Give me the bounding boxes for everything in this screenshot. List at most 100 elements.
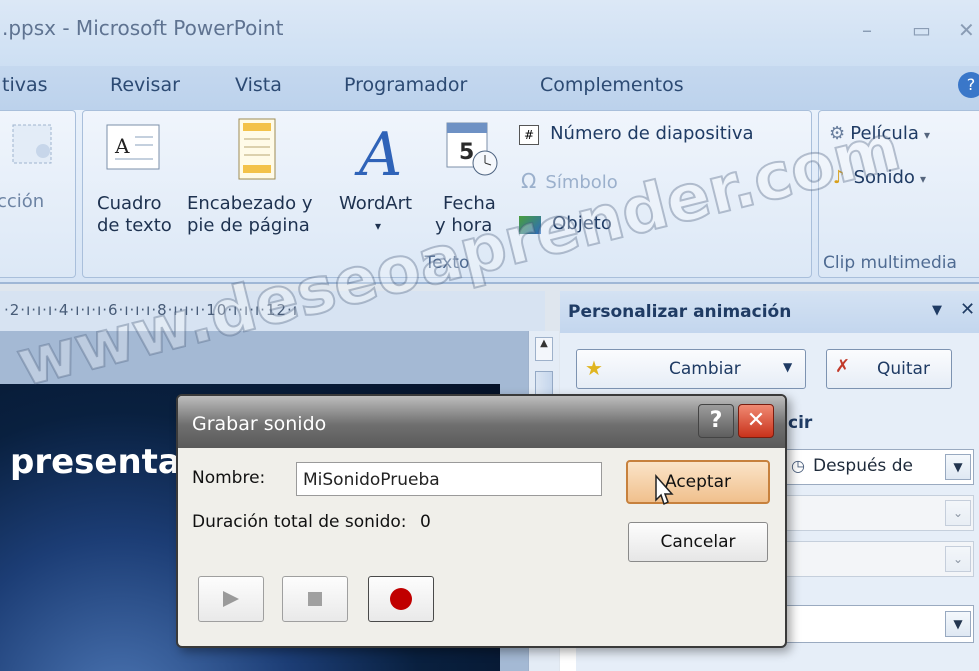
object-button[interactable]: Objeto	[519, 213, 612, 239]
property-dropdown-icon: ⌄	[945, 500, 971, 526]
partial-group-label: cción	[0, 191, 45, 212]
movie-dropdown-icon: ▾	[923, 128, 930, 142]
ribbon-group-texto: A Cuadro de texto Encabezado y pie de pá…	[82, 110, 812, 278]
slide-number-label: Número de diapositiva	[550, 123, 754, 144]
wordart-button[interactable]: A WordArt ▾	[339, 117, 429, 247]
remove-button[interactable]: ✗ Quitar	[826, 349, 952, 389]
pane-menu-icon[interactable]: ▼	[932, 303, 942, 318]
record-icon	[390, 588, 412, 610]
pane-title: Personalizar animación	[568, 302, 792, 322]
change-dropdown-icon: ▼	[783, 360, 793, 374]
name-input[interactable]: MiSonidoPrueba	[296, 462, 602, 496]
svg-text:A: A	[354, 120, 402, 187]
ribbon-group-multimedia: ⚙ Película ▾ ♪ Sonido ▾ Clip multimedia	[818, 110, 979, 278]
movie-label: Película	[850, 123, 919, 144]
tab-revisar[interactable]: Revisar	[110, 74, 180, 96]
sound-label: Sonido	[853, 167, 915, 188]
wordart-dropdown-icon[interactable]: ▾	[375, 219, 381, 233]
mouse-cursor-icon	[655, 474, 674, 506]
tab-complementos[interactable]: Complementos	[540, 74, 684, 96]
sound-dropdown-icon: ▾	[919, 172, 927, 186]
maximize-icon[interactable]: ▭	[912, 18, 931, 42]
stop-button[interactable]	[282, 576, 348, 622]
cancel-button[interactable]: Cancelar	[628, 522, 768, 562]
partial-tool-icon	[12, 124, 52, 164]
svg-text:A: A	[114, 134, 130, 158]
start-after-select[interactable]: ◷ Después de ▼	[786, 449, 974, 485]
animation-list-dropdown-icon[interactable]: ▼	[945, 611, 971, 637]
text-box-label-2: de texto	[97, 215, 172, 236]
ribbon-tabs: tivas Revisar Vista Programador Compleme…	[0, 66, 979, 110]
dialog-title: Grabar sonido	[192, 413, 327, 435]
horizontal-ruler: ·2·ı·ı·ı·4·ı·ı·ı·6·ı·ı·ı·8·ı·ı·ı·10·ı·ı·…	[0, 291, 545, 331]
wordart-icon: A	[354, 120, 402, 187]
object-label: Objeto	[552, 213, 612, 234]
remove-label: Quitar	[877, 359, 930, 379]
property-select-disabled: ⌄	[786, 495, 974, 531]
window-title: .ppsx - Microsoft PowerPoint	[2, 16, 284, 40]
ribbon-group-partial: cción	[0, 110, 76, 278]
tab-animaciones[interactable]: tivas	[2, 74, 48, 96]
scroll-up-icon[interactable]: ▲	[535, 337, 553, 361]
name-label: Nombre:	[192, 468, 266, 488]
symbol-label: Símbolo	[545, 172, 618, 193]
object-icon	[519, 215, 541, 234]
clock-icon: ◷	[791, 456, 805, 475]
movie-icon: ⚙	[829, 123, 846, 144]
duration-label: Duración total de sonido: 0	[192, 512, 431, 532]
duration-value: 0	[419, 512, 431, 532]
header-footer-icon	[238, 118, 276, 180]
text-box-button[interactable]: A Cuadro de texto	[97, 117, 177, 247]
pane-close-icon[interactable]: ✕	[960, 299, 975, 320]
multimedia-group-label: Clip multimedia	[823, 253, 957, 273]
change-button[interactable]: ★ Cambiar ▼	[576, 349, 806, 389]
sound-button[interactable]: ♪ Sonido ▾	[833, 167, 926, 188]
speed-dropdown-icon: ⌄	[945, 546, 971, 572]
dialog-title-bar: Grabar sonido ? ✕	[178, 396, 785, 448]
play-icon	[223, 591, 239, 607]
text-box-label-1: Cuadro	[97, 193, 162, 214]
ruler-ticks: ·2·ı·ı·ı·4·ı·ı·ı·6·ı·ı·ı·8·ı·ı·ı·10·ı·ı·…	[4, 301, 298, 319]
record-button[interactable]	[368, 576, 434, 622]
slide-number-icon: #	[519, 124, 539, 145]
header-footer-label-1: Encabezado y	[187, 193, 313, 214]
date-time-button[interactable]: 5 Fecha y hora	[433, 117, 509, 247]
start-after-dropdown-icon[interactable]: ▼	[945, 454, 971, 480]
play-button[interactable]	[198, 576, 264, 622]
start-after-value: Después de	[813, 456, 913, 476]
symbol-button[interactable]: Ω Símbolo	[521, 169, 618, 195]
date-time-label-1: Fecha	[443, 193, 496, 214]
sound-icon: ♪	[833, 167, 845, 188]
texto-group-label: Texto	[424, 253, 470, 273]
dialog-close-icon[interactable]: ✕	[738, 404, 774, 438]
wordart-label: WordArt	[339, 193, 413, 214]
movie-button[interactable]: ⚙ Película ▾	[829, 123, 930, 144]
pane-header: Personalizar animación ▼ ✕	[560, 291, 979, 333]
svg-text:5: 5	[459, 140, 474, 165]
header-footer-label-2: pie de página	[187, 215, 310, 236]
pane-section-label: cir	[788, 413, 813, 433]
duration-label-text: Duración total de sonido:	[192, 512, 407, 532]
close-icon[interactable]: ✕	[958, 18, 975, 42]
ribbon: cción A Cuadro de texto Encabezado y pie…	[0, 110, 979, 284]
animation-list-select[interactable]: ▼	[786, 605, 974, 643]
star-icon: ★	[585, 356, 603, 380]
dialog-help-icon[interactable]: ?	[698, 404, 734, 438]
text-box-icon: A	[106, 124, 160, 170]
tab-programador[interactable]: Programador	[344, 74, 467, 96]
minimize-icon[interactable]: –	[862, 18, 872, 42]
date-time-label-2: y hora	[435, 215, 493, 236]
remove-icon: ✗	[835, 356, 851, 377]
stop-icon	[308, 592, 322, 606]
record-sound-dialog: Grabar sonido ? ✕ Nombre: MiSonidoPrueba…	[176, 394, 787, 648]
calendar-clock-icon: 5	[446, 122, 498, 176]
title-bar: .ppsx - Microsoft PowerPoint – ▭ ✕	[0, 0, 979, 66]
help-icon[interactable]: ?	[958, 72, 979, 98]
omega-icon: Ω	[521, 169, 537, 193]
tab-vista[interactable]: Vista	[235, 74, 282, 96]
slide-number-button[interactable]: # Número de diapositiva	[519, 123, 754, 149]
change-label: Cambiar	[669, 359, 741, 379]
speed-select-disabled: ⌄	[786, 541, 974, 577]
header-footer-button[interactable]: Encabezado y pie de página	[187, 117, 335, 247]
slide-title-text[interactable]: presentac	[10, 442, 201, 482]
